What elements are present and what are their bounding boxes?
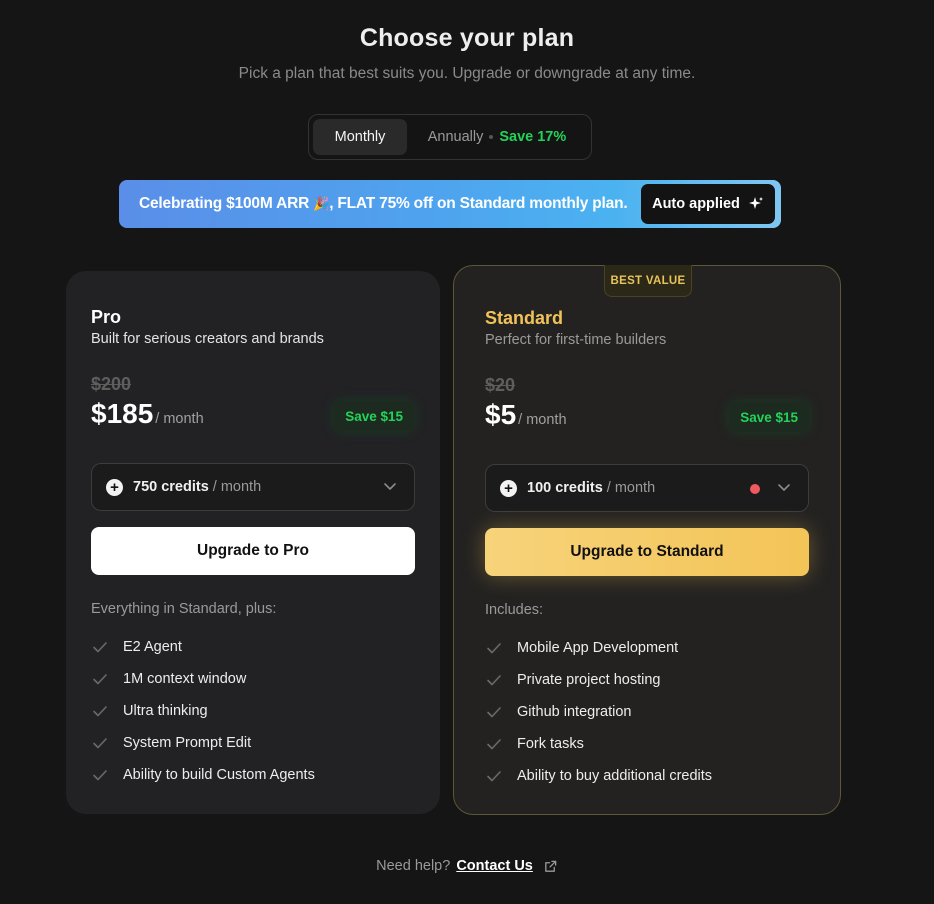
feature-text: Ability to build Custom Agents: [123, 767, 315, 783]
credits-select[interactable]: + 100 credits / month: [485, 464, 809, 512]
external-link-icon[interactable]: [543, 859, 558, 874]
list-item: Private project hosting: [485, 664, 712, 696]
list-item: Ability to buy additional credits: [485, 760, 712, 792]
credits-value: 750 credits: [133, 479, 209, 495]
upgrade-to-pro-button[interactable]: Upgrade to Pro: [91, 527, 415, 575]
check-icon: [93, 642, 107, 653]
help-text: Need help?: [376, 858, 451, 874]
credits-select[interactable]: + 750 credits / month: [91, 463, 415, 511]
plus-circle-icon: +: [500, 479, 517, 497]
price: $5 / month: [485, 399, 567, 431]
check-icon: [93, 706, 107, 717]
check-icon: [93, 738, 107, 749]
feature-text: System Prompt Edit: [123, 735, 252, 751]
plan-card-pro: Pro Built for serious creators and brand…: [66, 271, 440, 814]
auto-applied-label: Auto applied: [652, 196, 740, 212]
feature-text: Ability to buy additional credits: [517, 768, 713, 784]
plan-card-standard: BEST VALUE Standard Perfect for first-ti…: [453, 265, 841, 815]
annual-save-label: Save 17%: [499, 129, 567, 145]
best-value-badge: BEST VALUE: [604, 265, 692, 297]
upgrade-to-standard-button[interactable]: Upgrade to Standard: [485, 528, 809, 576]
promo-text-main: Celebrating $100M ARR: [139, 195, 310, 212]
price-value: $5: [485, 399, 517, 430]
promo-banner: Celebrating $100M ARR 🎉, FLAT 75% off on…: [119, 180, 781, 228]
feature-text: 1M context window: [123, 671, 247, 687]
party-icon: 🎉: [313, 196, 330, 211]
toggle-monthly[interactable]: Monthly: [313, 119, 407, 155]
list-item: System Prompt Edit: [91, 727, 315, 759]
save-badge: Save $15: [334, 401, 414, 431]
plan-name: Pro: [91, 307, 122, 327]
list-item: Github integration: [485, 696, 712, 728]
promo-text-tail: , FLAT 75% off on Standard monthly plan.: [329, 195, 628, 212]
auto-applied-button[interactable]: Auto applied: [641, 184, 775, 224]
check-icon: [93, 770, 107, 781]
list-item: Ultra thinking: [91, 695, 315, 727]
plus-circle-icon: +: [106, 478, 123, 496]
list-item: Fork tasks: [485, 728, 712, 760]
footer: Need help? Contact Us: [0, 858, 934, 874]
feature-text: Mobile App Development: [517, 640, 679, 656]
check-icon: [487, 643, 501, 654]
plan-description: Built for serious creators and brands: [91, 331, 324, 347]
sparkle-icon: [748, 197, 763, 209]
price: $185 / month: [91, 398, 204, 430]
feature-text: Github integration: [517, 704, 632, 720]
check-icon: [93, 674, 107, 685]
list-item: E2 Agent: [91, 631, 315, 663]
feature-text: Fork tasks: [517, 736, 584, 752]
promo-text: Celebrating $100M ARR 🎉, FLAT 75% off on…: [139, 195, 628, 213]
old-price: $20: [485, 375, 516, 395]
feature-text: Ultra thinking: [123, 703, 208, 719]
list-item: 1M context window: [91, 663, 315, 695]
price-unit: / month: [155, 411, 204, 427]
price-unit: / month: [518, 412, 567, 428]
credits-value: 100 credits: [527, 480, 603, 496]
check-icon: [487, 675, 501, 686]
features-heading: Includes:: [485, 602, 544, 618]
page-subtitle: Pick a plan that best suits you. Upgrade…: [238, 65, 696, 82]
price-value: $185: [91, 398, 154, 429]
feature-list: Mobile App Development Private project h…: [485, 632, 712, 792]
toggle-annually-label: Annually: [427, 129, 484, 145]
credits-unit: / month: [606, 480, 656, 496]
check-icon: [487, 771, 501, 782]
feature-text: Private project hosting: [517, 672, 661, 688]
page-header: Choose your plan Pick a plan that best s…: [0, 24, 934, 83]
save-badge: Save $15: [729, 402, 809, 432]
separator-dot: [489, 135, 494, 139]
contact-us-link[interactable]: Contact Us: [456, 858, 533, 874]
check-icon: [487, 707, 501, 718]
chevron-down-icon: [384, 483, 396, 490]
plan-description: Perfect for first-time builders: [485, 332, 667, 348]
plan-name: Standard: [485, 308, 564, 328]
credits-unit: / month: [212, 479, 262, 495]
page-title: Choose your plan: [359, 24, 575, 52]
old-price: $200: [91, 374, 132, 394]
list-item: Ability to build Custom Agents: [91, 759, 315, 791]
feature-list: E2 Agent 1M context window Ultra thinkin…: [91, 631, 315, 791]
features-heading: Everything in Standard, plus:: [91, 601, 277, 617]
billing-toggle: Monthly Annually Save 17%: [308, 114, 592, 160]
list-item: Mobile App Development: [485, 632, 712, 664]
chevron-down-icon: [778, 484, 790, 491]
feature-text: E2 Agent: [123, 639, 182, 655]
toggle-annually[interactable]: Annually Save 17%: [407, 129, 587, 145]
check-icon: [487, 739, 501, 750]
notification-dot: [750, 484, 760, 494]
